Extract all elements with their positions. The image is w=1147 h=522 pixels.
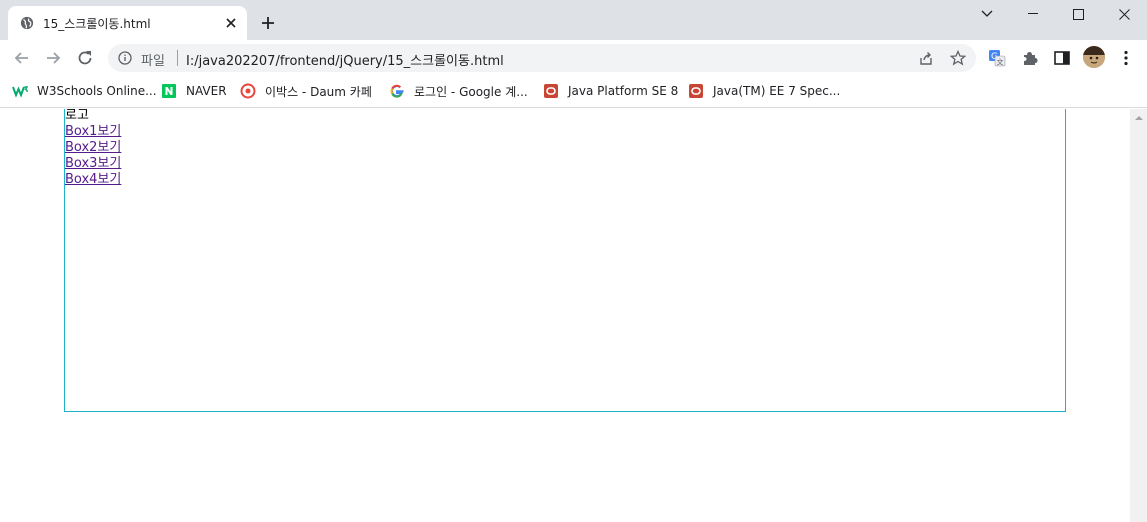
bookmarks-bar: W3Schools Online... NAVER 이박스 - Daum 카페 … xyxy=(0,76,1147,108)
box-link-list: Box1보기 Box2보기 Box3보기 Box4보기 xyxy=(65,124,121,188)
close-icon xyxy=(1118,8,1130,20)
scroll-up-arrow-icon xyxy=(1134,115,1143,120)
url-text[interactable]: I:/java202207/frontend/jQuery/15_스크롤이동.h… xyxy=(186,50,504,69)
address-bar[interactable]: 파일 I:/java202207/frontend/jQuery/15_스크롤이… xyxy=(108,44,976,72)
new-tab-icon[interactable] xyxy=(259,14,277,32)
more-menu-icon[interactable] xyxy=(1117,49,1135,67)
side-panel-icon[interactable] xyxy=(1053,49,1071,67)
box4-link[interactable]: Box4보기 xyxy=(65,172,121,188)
header-box: 로고 Box1보기 Box2보기 Box3보기 Box4보기 xyxy=(64,109,1066,412)
bookmark-naver[interactable]: NAVER xyxy=(161,82,227,100)
active-tab[interactable]: 15_스크롤이동.html xyxy=(8,6,247,40)
omnibox-separator xyxy=(177,50,178,66)
close-tab-icon[interactable] xyxy=(225,17,237,29)
bookmark-label: 로그인 - Google 계... xyxy=(414,84,528,99)
close-window-button[interactable] xyxy=(1101,0,1147,28)
bookmark-label: W3Schools Online... xyxy=(37,84,157,98)
maximize-button[interactable] xyxy=(1055,0,1101,28)
forward-arrow-icon[interactable] xyxy=(43,48,63,68)
naver-icon xyxy=(162,84,176,98)
bookmark-google-login[interactable]: 로그인 - Google 계... xyxy=(389,82,528,100)
minimize-icon xyxy=(1028,13,1038,14)
star-icon[interactable] xyxy=(950,50,966,66)
box1-link[interactable]: Box1보기 xyxy=(65,124,121,140)
tab-title: 15_스크롤이동.html xyxy=(43,17,151,31)
chevron-down-icon xyxy=(981,10,993,17)
avatar-image-icon xyxy=(1083,46,1105,68)
info-icon[interactable] xyxy=(118,51,132,65)
tab-search-button[interactable] xyxy=(964,0,1010,28)
page-viewport: 로고 Box1보기 Box2보기 Box3보기 Box4보기 xyxy=(0,109,1130,522)
puzzle-extensions-icon[interactable] xyxy=(1021,49,1039,67)
w3schools-icon xyxy=(12,86,28,98)
back-arrow-icon[interactable] xyxy=(12,48,32,68)
bookmark-w3schools[interactable]: W3Schools Online... xyxy=(12,82,157,100)
bookmark-daum-cafe[interactable]: 이박스 - Daum 카페 xyxy=(240,82,372,100)
bookmark-java-ee[interactable]: Java(TM) EE 7 Spec... xyxy=(688,82,840,100)
logo-text: 로고 xyxy=(65,109,89,123)
maximize-icon xyxy=(1072,8,1084,20)
svg-text:文: 文 xyxy=(997,58,1004,67)
bookmark-label: Java Platform SE 8 xyxy=(568,84,679,98)
bookmark-java-platform[interactable]: Java Platform SE 8 xyxy=(543,82,678,100)
box3-link[interactable]: Box3보기 xyxy=(65,156,121,172)
tab-strip: 15_스크롤이동.html xyxy=(0,0,1147,40)
url-scheme-label: 파일 xyxy=(141,54,165,69)
globe-icon xyxy=(20,16,34,30)
minimize-button[interactable] xyxy=(1010,0,1056,28)
daum-cafe-icon xyxy=(240,83,256,99)
profile-avatar[interactable] xyxy=(1083,46,1105,68)
google-icon xyxy=(390,84,404,98)
scroll-up-button[interactable] xyxy=(1130,109,1147,126)
bookmark-label: Java(TM) EE 7 Spec... xyxy=(713,84,841,98)
bookmark-label: NAVER xyxy=(186,84,227,98)
browser-toolbar: 파일 I:/java202207/frontend/jQuery/15_스크롤이… xyxy=(0,40,1147,76)
share-icon[interactable] xyxy=(918,50,934,66)
oracle-icon xyxy=(689,84,703,98)
oracle-icon xyxy=(544,84,558,98)
bookmark-label: 이박스 - Daum 카페 xyxy=(265,84,372,99)
translate-extension-icon[interactable]: G 文 xyxy=(988,49,1006,67)
vertical-scrollbar[interactable] xyxy=(1130,109,1147,522)
box2-link[interactable]: Box2보기 xyxy=(65,140,121,156)
reload-icon[interactable] xyxy=(75,48,95,68)
